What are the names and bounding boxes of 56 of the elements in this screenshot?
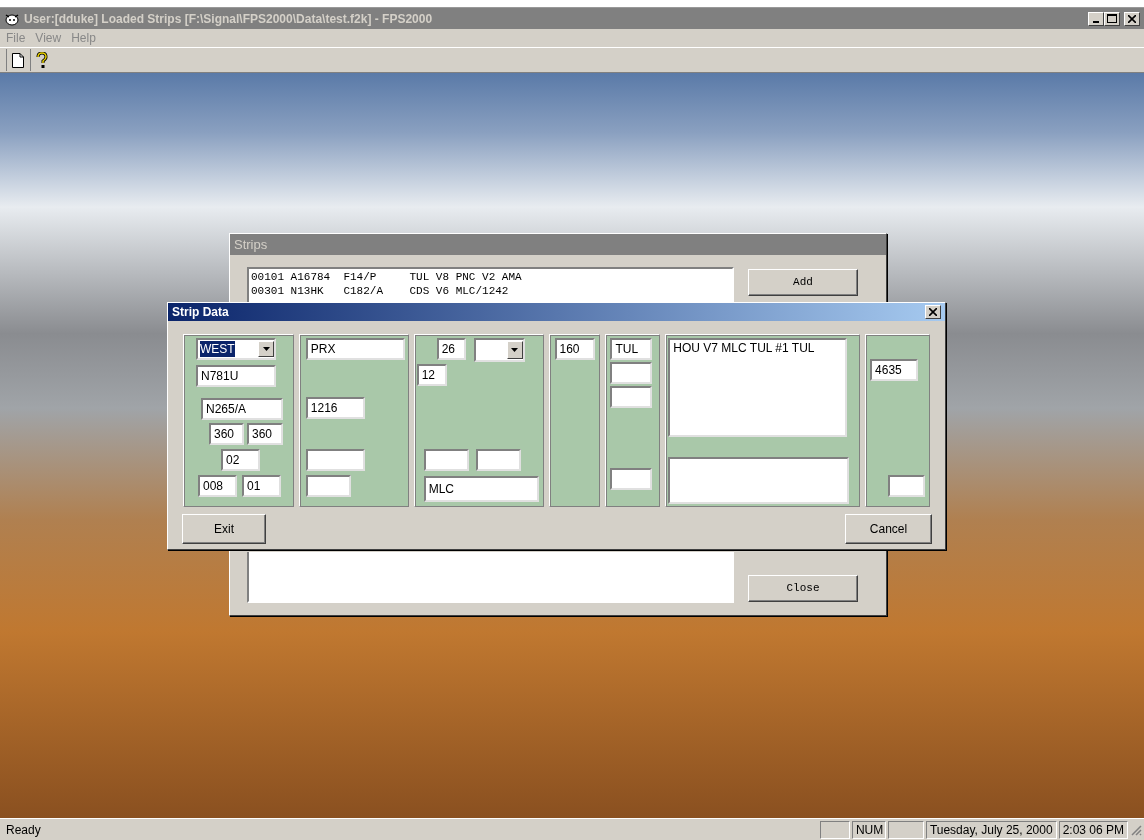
dialog-title: Strip Data xyxy=(172,304,229,321)
input-field[interactable]: N265/A xyxy=(201,398,283,420)
window-title: Strips xyxy=(234,235,268,254)
list-box[interactable]: 00101 A16784 F14/P TUL V8 PNC V2 AMA 00301 N13HK C182/A CDS V6 MLC/1242 xyxy=(247,267,734,303)
minimize-icon xyxy=(1093,20,1099,23)
text-area[interactable] xyxy=(668,457,850,504)
window-title: User:[dduke] Loaded Strips [F:\Signal\FPS2000\Data\test.f2k] - FPS2000 xyxy=(24,10,433,28)
input-field[interactable] xyxy=(423,449,469,471)
input-field[interactable]: 01 xyxy=(242,475,281,497)
input-field[interactable] xyxy=(610,468,653,490)
input-field[interactable]: PRX xyxy=(305,338,405,360)
status-pane xyxy=(887,820,924,839)
status-pane xyxy=(819,820,850,839)
caret-icon xyxy=(511,348,519,352)
close-button[interactable] xyxy=(925,305,941,319)
status-date: Tuesday, July 25, 2000 xyxy=(925,820,1057,839)
input-field[interactable]: N781U xyxy=(196,365,276,387)
dropdown-field[interactable]: WEST xyxy=(196,338,276,360)
input-field[interactable] xyxy=(305,449,365,471)
input-field[interactable]: 4635 xyxy=(870,359,919,381)
input-field[interactable] xyxy=(610,362,653,384)
input-field[interactable]: 360 xyxy=(247,423,283,445)
status-message: Ready xyxy=(5,821,42,839)
close-button[interactable] xyxy=(1124,11,1140,26)
help-question-icon[interactable] xyxy=(35,51,48,69)
list-row[interactable]: 00301 N13HK C182/A CDS V6 MLC/1242 xyxy=(251,284,730,298)
input-field[interactable] xyxy=(888,475,926,497)
text-area[interactable]: HOU V7 MLC TUL #1 TUL xyxy=(668,338,848,437)
close-icon xyxy=(929,308,937,316)
exit-button[interactable]: Exit xyxy=(182,514,266,544)
input-field[interactable]: MLC xyxy=(423,476,539,502)
input-field[interactable]: 12 xyxy=(416,364,447,386)
input-field[interactable]: 02 xyxy=(221,449,260,471)
input-field[interactable] xyxy=(305,475,351,497)
maximize-icon xyxy=(1107,14,1117,23)
num-lock-indicator: NUM xyxy=(851,820,886,839)
status-time: 2:03 06 PM xyxy=(1058,820,1128,839)
input-field[interactable]: 008 xyxy=(198,475,237,497)
input-field[interactable]: 160 xyxy=(554,338,595,360)
minimize-button[interactable] xyxy=(1088,11,1104,26)
add-button[interactable]: Add xyxy=(748,269,858,296)
input-field[interactable] xyxy=(610,386,653,408)
input-field[interactable]: 26 xyxy=(436,338,466,360)
input-field[interactable] xyxy=(475,449,521,471)
input-field[interactable]: 1216 xyxy=(305,397,365,419)
close-button[interactable]: Close xyxy=(748,575,858,602)
input-field[interactable]: 360 xyxy=(209,423,244,445)
cancel-button[interactable]: Cancel xyxy=(845,514,932,544)
input-field[interactable]: TUL xyxy=(610,338,653,360)
list-row[interactable]: 00101 A16784 F14/P TUL V8 PNC V2 AMA xyxy=(251,270,730,284)
caret-icon xyxy=(262,347,270,351)
new-document-icon[interactable] xyxy=(11,52,24,68)
resize-grip-icon[interactable] xyxy=(1130,823,1142,836)
maximize-button[interactable] xyxy=(1104,11,1120,26)
close-icon xyxy=(1128,14,1136,23)
dropdown-field[interactable] xyxy=(473,338,525,362)
